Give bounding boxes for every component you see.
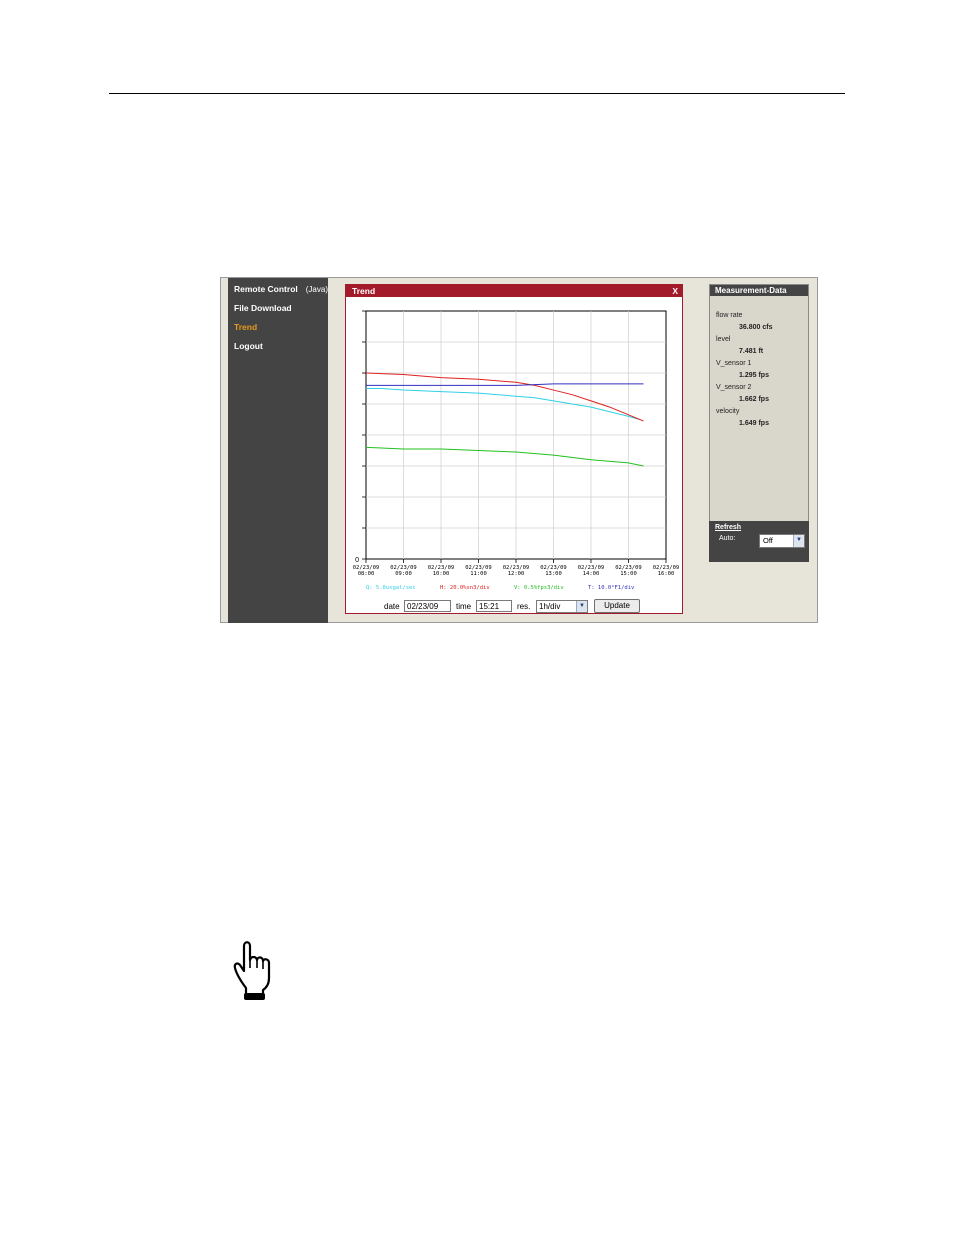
nav-item-remote-control[interactable]: Remote Control (Java) bbox=[234, 284, 328, 294]
auto-refresh-select[interactable]: Off ▼ bbox=[759, 534, 805, 548]
measurement-label: level bbox=[716, 336, 731, 343]
x-tick-time: 13:00 bbox=[545, 571, 562, 577]
x-tick-time: 08:00 bbox=[358, 571, 375, 577]
trend-title: Trend bbox=[352, 286, 376, 296]
measurement-value: 7.481 ft bbox=[739, 348, 764, 355]
refresh-panel: Refresh Auto: Off ▼ bbox=[709, 521, 809, 562]
measurement-label: velocity bbox=[716, 408, 740, 415]
legend-entry: T: 10.0°F1/div bbox=[588, 585, 635, 591]
legend-entry: Q: 5.0usgal/sec bbox=[366, 585, 416, 591]
chevron-down-icon: ▼ bbox=[793, 535, 804, 547]
time-input[interactable]: 15:21 bbox=[476, 600, 512, 612]
nav-item-logout[interactable]: Logout bbox=[234, 341, 263, 351]
x-tick-time: 09:00 bbox=[395, 571, 412, 577]
date-label: date bbox=[384, 602, 400, 611]
measurement-label: V_sensor 2 bbox=[716, 384, 752, 391]
nav-item-file-download[interactable]: File Download bbox=[234, 303, 292, 313]
measurement-value: 1.649 fps bbox=[739, 420, 769, 427]
res-label: res. bbox=[517, 602, 531, 611]
time-label: time bbox=[456, 602, 472, 611]
trend-chart: 002/23/0908:0002/23/0909:0002/23/0910:00… bbox=[353, 310, 679, 591]
nav-item-label: Remote Control bbox=[234, 284, 298, 294]
x-tick-time: 14:00 bbox=[583, 571, 600, 577]
x-tick-time: 11:00 bbox=[470, 571, 487, 577]
legend-entry: H: 20.0%sn3/div bbox=[440, 585, 490, 591]
auto-refresh-value: Off bbox=[763, 536, 773, 545]
measurement-title: Measurement-Data bbox=[710, 285, 808, 296]
legend-entry: V: 0.5%fps3/div bbox=[514, 585, 564, 591]
x-tick-time: 10:00 bbox=[433, 571, 450, 577]
sidebar: Remote Control (Java) File Download Trend… bbox=[228, 278, 328, 623]
refresh-link[interactable]: Refresh bbox=[715, 524, 741, 531]
web-interface-screenshot: Remote Control (Java) File Download Trend… bbox=[220, 277, 818, 623]
trend-controls: date 02/23/09 time 15:21 res. 1h/div ▼ U… bbox=[346, 598, 682, 614]
x-tick-time: 15:00 bbox=[620, 571, 637, 577]
auto-refresh-label: Auto: bbox=[719, 535, 736, 542]
measurement-label: V_sensor 1 bbox=[716, 360, 752, 367]
measurement-label: flow rate bbox=[716, 312, 743, 319]
x-tick-time: 12:00 bbox=[508, 571, 525, 577]
resolution-value: 1h/div bbox=[539, 602, 561, 611]
update-button[interactable]: Update bbox=[594, 599, 640, 613]
y-zero-label: 0 bbox=[355, 557, 359, 564]
trend-titlebar: Trend X bbox=[346, 285, 682, 297]
measurement-value: 36.800 cfs bbox=[739, 324, 773, 331]
trend-window: Trend X 0 02/23/09 08:00 02/23/09 09:00 02/23… bbox=[345, 284, 683, 614]
nav-item-trend[interactable]: Trend bbox=[234, 322, 257, 332]
close-button[interactable]: X bbox=[672, 285, 678, 297]
page-top-rule bbox=[109, 93, 845, 94]
chevron-down-icon: ▼ bbox=[576, 601, 587, 612]
date-input[interactable]: 02/23/09 bbox=[404, 600, 451, 612]
resolution-select[interactable]: 1h/div ▼ bbox=[536, 600, 588, 613]
pointing-hand-icon bbox=[233, 941, 271, 1000]
x-tick-time: 16:00 bbox=[658, 571, 675, 577]
measurement-value: 1.662 fps bbox=[739, 396, 769, 403]
measurement-value: 1.295 fps bbox=[739, 372, 769, 379]
nav-item-sub-label: (Java) bbox=[305, 285, 328, 294]
